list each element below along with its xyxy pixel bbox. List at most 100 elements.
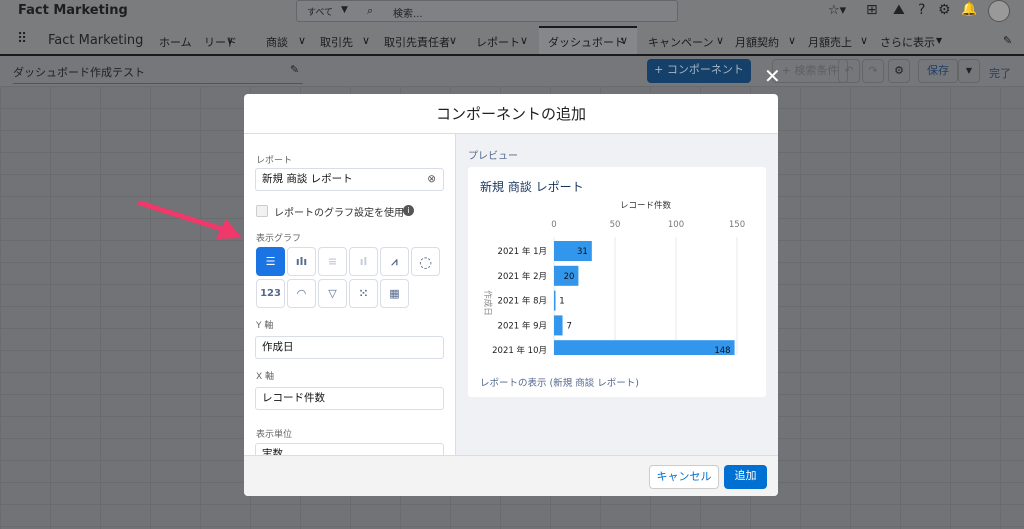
chart-type-line[interactable]: ⩘ bbox=[380, 247, 409, 276]
chart-type-table[interactable]: ▦ bbox=[380, 279, 409, 308]
chevron-down-icon[interactable]: ∨ bbox=[298, 34, 306, 47]
chevron-down-icon[interactable]: ▼ bbox=[936, 36, 942, 45]
chevron-down-icon[interactable]: ∨ bbox=[716, 34, 724, 47]
use-report-chart-checkbox[interactable] bbox=[256, 205, 268, 217]
cancel-button[interactable]: キャンセル bbox=[649, 465, 719, 489]
settings-panel: レポート 新規 商談 レポート ⊗ レポートのグラフ設定を使用 i 表示グラフ … bbox=[244, 134, 456, 455]
chart-type-funnel[interactable]: ▽ bbox=[318, 279, 347, 308]
annotation-arrow bbox=[137, 200, 242, 239]
view-report-link[interactable]: レポートの表示 (新規 商談 レポート) bbox=[480, 375, 639, 389]
trailhead-icon[interactable]: ⛰ bbox=[893, 2, 905, 18]
preview-label: プレビュー bbox=[468, 151, 518, 162]
help-icon[interactable]: ? bbox=[918, 2, 925, 18]
unit-select[interactable]: 実数 bbox=[255, 443, 444, 455]
report-input[interactable]: 新規 商談 レポート ⊗ bbox=[255, 168, 444, 191]
tab-monthly-sales[interactable]: 月額売上 bbox=[808, 34, 852, 50]
y-axis-select[interactable]: 作成日 bbox=[255, 336, 444, 359]
preview-card: 新規 商談 レポート レコード件数 0 50 100 150 作成日 2021 年 1月 31… bbox=[468, 167, 766, 397]
chevron-down-icon[interactable]: ∨ bbox=[620, 34, 628, 47]
redo-icon[interactable]: ↷ bbox=[862, 59, 884, 83]
gear-icon[interactable]: ⚙ bbox=[938, 2, 951, 18]
y-tick-label: 2021 年 9月 bbox=[498, 320, 547, 331]
tab-dashboards[interactable]: ダッシュボード bbox=[548, 34, 625, 50]
bell-icon[interactable]: 🔔 bbox=[961, 2, 977, 17]
search-scope[interactable]: すべて bbox=[307, 5, 333, 18]
data-label: 7 bbox=[567, 321, 572, 331]
global-search[interactable]: すべて ▼ ⌕ 検索... bbox=[296, 0, 678, 22]
gear-icon[interactable]: ⚙ bbox=[888, 59, 910, 83]
bar-chart: レコード件数 0 50 100 150 作成日 2021 年 1月 31 2021 年 2月 20… bbox=[482, 200, 745, 355]
use-report-chart-label: レポートのグラフ設定を使用 bbox=[274, 208, 404, 219]
data-label: 20 bbox=[564, 272, 575, 282]
chart-type-label: 表示グラフ bbox=[256, 234, 302, 244]
search-input[interactable]: 検索... bbox=[393, 5, 423, 20]
chart-type-stacked-horizontal-bar[interactable]: ≡ bbox=[318, 247, 347, 276]
dashboard-name-input[interactable]: ダッシュボード作成テスト bbox=[13, 64, 303, 84]
chart-type-gauge[interactable]: ◠ bbox=[287, 279, 316, 308]
bar bbox=[554, 315, 563, 336]
bar bbox=[554, 290, 556, 311]
app-name: Fact Marketing bbox=[48, 33, 144, 48]
chevron-down-icon[interactable]: ∨ bbox=[860, 34, 868, 47]
chevron-down-icon[interactable]: ∨ bbox=[788, 34, 796, 47]
y-tick-label: 2021 年 2月 bbox=[498, 271, 547, 282]
chart-type-vertical-bar[interactable]: ılı bbox=[287, 247, 316, 276]
edit-nav-icon[interactable]: ✎ bbox=[1003, 34, 1012, 47]
pencil-icon[interactable]: ✎ bbox=[290, 63, 299, 76]
modal-title: コンポーネントの追加 bbox=[244, 94, 778, 134]
chart-type-metric[interactable]: 123 bbox=[256, 279, 285, 308]
tab-home[interactable]: ホーム bbox=[159, 34, 192, 50]
x-axis-title: レコード件数 bbox=[620, 200, 672, 211]
global-header: Fact Marketing すべて ▼ ⌕ 検索... ☆▾ ⊞ ⛰ ? ⚙ … bbox=[0, 0, 1024, 26]
save-button[interactable]: 保存 bbox=[918, 59, 958, 83]
org-name: Fact Marketing bbox=[18, 3, 128, 18]
y-axis-label: Y 軸 bbox=[256, 321, 274, 331]
x-tick-label: 50 bbox=[610, 220, 621, 230]
chart-type-horizontal-bar[interactable]: ☰ bbox=[256, 247, 285, 276]
x-axis-select[interactable]: レコード件数 bbox=[255, 387, 444, 410]
info-icon[interactable]: i bbox=[403, 205, 414, 216]
bar bbox=[554, 340, 735, 355]
done-button[interactable]: 完了 bbox=[989, 65, 1011, 81]
search-icon: ⌕ bbox=[367, 4, 374, 17]
tab-reports[interactable]: レポート bbox=[476, 34, 520, 50]
tab-monthly-contracts[interactable]: 月額契約 bbox=[735, 34, 779, 50]
tab-contacts[interactable]: 取引先責任者 bbox=[384, 34, 450, 50]
chart-type-donut[interactable]: ◌ bbox=[411, 247, 440, 276]
x-axis-label: X 軸 bbox=[256, 372, 275, 382]
report-label: レポート bbox=[256, 156, 293, 166]
add-filter-button[interactable]: + 検索条件 bbox=[772, 59, 848, 83]
app-launcher-icon[interactable]: ⠿ bbox=[17, 31, 27, 47]
chevron-down-icon[interactable]: ∨ bbox=[226, 34, 234, 47]
favorites-icon[interactable]: ☆▾ bbox=[828, 3, 846, 18]
add-button[interactable]: 追加 bbox=[724, 465, 767, 489]
x-tick-label: 100 bbox=[668, 220, 684, 230]
modal-footer: キャンセル 追加 bbox=[244, 455, 778, 496]
save-menu-chevron-icon[interactable]: ▼ bbox=[958, 59, 980, 83]
chevron-down-icon[interactable]: ∨ bbox=[449, 34, 457, 47]
tab-campaigns[interactable]: キャンペーン bbox=[648, 34, 713, 50]
add-component-button[interactable]: + コンポーネント bbox=[647, 59, 751, 83]
data-label: 31 bbox=[577, 247, 588, 257]
undo-icon[interactable]: ↶ bbox=[838, 59, 860, 83]
chart-type-stacked-vertical-bar[interactable]: ıl bbox=[349, 247, 378, 276]
add-component-modal: コンポーネントの追加 レポート 新規 商談 レポート ⊗ レポートのグラフ設定を… bbox=[244, 94, 778, 496]
data-label: 1 bbox=[559, 297, 564, 307]
tab-accounts[interactable]: 取引先 bbox=[320, 34, 353, 50]
preview-panel: プレビュー 新規 商談 レポート レコード件数 0 50 100 150 作成日 2021 … bbox=[456, 134, 778, 455]
clear-icon[interactable]: ⊗ bbox=[427, 169, 436, 190]
data-label: 148 bbox=[714, 346, 730, 355]
dashboard-toolbar: ダッシュボード作成テスト ✎ + コンポーネント + 検索条件 ↶ ↷ ⚙ 保存… bbox=[0, 56, 1024, 86]
tab-opportunities[interactable]: 商談 bbox=[266, 34, 288, 50]
tab-more[interactable]: さらに表示 bbox=[880, 34, 935, 50]
close-modal-icon[interactable]: ✕ bbox=[764, 64, 781, 88]
chevron-down-icon: ▼ bbox=[341, 5, 348, 15]
nav-bar: ⠿ Fact Marketing ホーム リード 商談 取引先 取引先責任者 レ… bbox=[0, 26, 1024, 56]
add-icon[interactable]: ⊞ bbox=[866, 2, 878, 18]
chevron-down-icon[interactable]: ∨ bbox=[362, 34, 370, 47]
chart-type-scatter[interactable]: ⁙ bbox=[349, 279, 378, 308]
report-value: 新規 商談 レポート bbox=[262, 173, 353, 185]
x-tick-label: 0 bbox=[551, 220, 556, 230]
avatar[interactable] bbox=[988, 0, 1010, 22]
chevron-down-icon[interactable]: ∨ bbox=[520, 34, 528, 47]
